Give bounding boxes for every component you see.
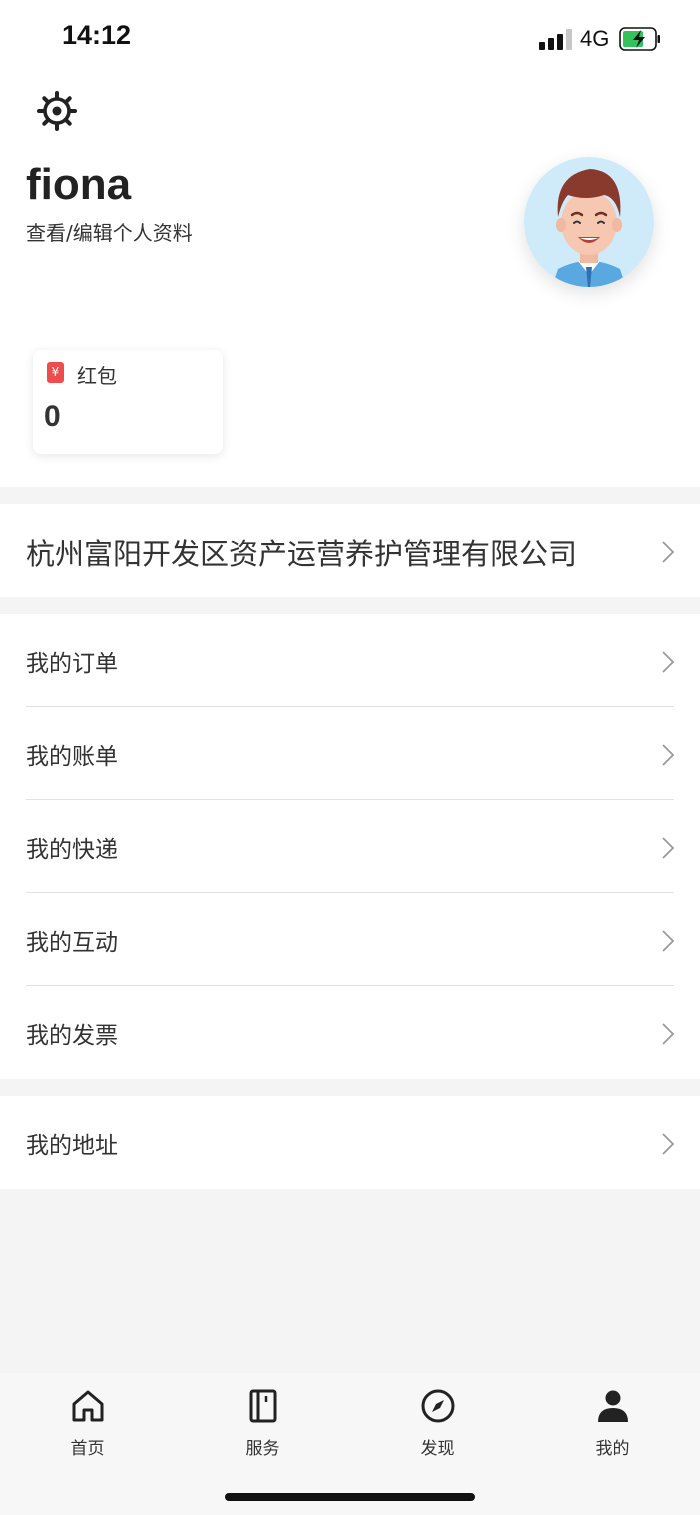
avatar[interactable] [524, 157, 654, 287]
address-section: 我的地址 [0, 1096, 700, 1189]
menu-item-bills[interactable]: 我的账单 [0, 707, 700, 800]
red-packet-label: 红包 [77, 364, 117, 388]
chevron-right-icon [662, 1133, 675, 1155]
menu-item-label: 我的快递 [26, 837, 118, 863]
red-packet-value: 0 [44, 400, 61, 433]
chevron-right-icon [662, 1023, 675, 1045]
signal-icon [539, 28, 573, 50]
avatar-illustration [524, 157, 654, 287]
company-section: 杭州富阳开发区资产运营养护管理有限公司 [0, 504, 700, 597]
home-indicator[interactable] [225, 1493, 475, 1501]
username[interactable]: fiona [26, 160, 131, 210]
menu-item-address[interactable]: 我的地址 [0, 1096, 700, 1189]
menu-item-orders[interactable]: 我的订单 [0, 614, 700, 707]
network-type: 4G [580, 26, 610, 51]
tab-mine[interactable]: 我的 [525, 1373, 700, 1473]
menu-item-label: 我的发票 [26, 1023, 118, 1049]
chevron-right-icon [662, 541, 675, 563]
company-row[interactable]: 杭州富阳开发区资产运营养护管理有限公司 [0, 504, 700, 597]
home-icon [72, 1390, 104, 1422]
chevron-right-icon [662, 744, 675, 766]
menu-item-invoice[interactable]: 我的发票 [0, 986, 700, 1079]
menu-item-interaction[interactable]: 我的互动 [0, 893, 700, 986]
book-icon [249, 1389, 277, 1423]
menu-item-label: 我的账单 [26, 744, 118, 770]
chevron-right-icon [662, 930, 675, 952]
status-bar: 14:12 4G [0, 0, 700, 78]
tab-service[interactable]: 服务 [175, 1373, 350, 1473]
settings-gear-icon[interactable] [36, 90, 78, 132]
menu-item-express[interactable]: 我的快递 [0, 800, 700, 893]
menu-item-label: 我的地址 [26, 1133, 118, 1159]
tab-label: 服务 [245, 1439, 280, 1459]
tab-label: 首页 [70, 1439, 105, 1459]
red-packet-icon: ¥ [47, 362, 64, 383]
red-packet-card[interactable]: ¥ 红包 0 [33, 350, 223, 454]
tab-home[interactable]: 首页 [0, 1373, 175, 1473]
menu-item-label: 我的互动 [26, 930, 118, 956]
edit-profile-link[interactable]: 查看/编辑个人资料 [26, 217, 193, 246]
user-icon [598, 1390, 628, 1422]
tab-discover[interactable]: 发现 [350, 1373, 525, 1473]
status-time: 14:12 [62, 20, 132, 50]
compass-icon [421, 1389, 455, 1423]
battery-icon [619, 27, 660, 51]
chevron-right-icon [662, 651, 675, 673]
menu-section: 我的订单 我的账单 我的快递 我的互动 我的发票 [0, 614, 700, 1079]
menu-item-label: 我的订单 [26, 651, 118, 677]
chevron-right-icon [662, 837, 675, 859]
tab-label: 发现 [420, 1439, 455, 1459]
tab-label: 我的 [595, 1439, 630, 1459]
company-name: 杭州富阳开发区资产运营养护管理有限公司 [26, 537, 578, 571]
